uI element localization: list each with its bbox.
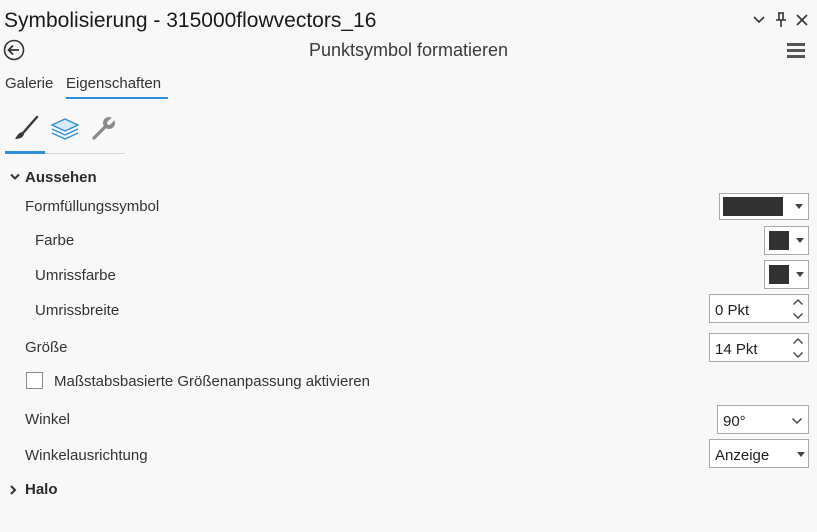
outline-width-label: Umrissbreite — [35, 302, 120, 319]
dropdown-arrow-icon — [795, 204, 803, 209]
size-input[interactable]: 14 Pkt — [709, 333, 809, 362]
spin-down-icon[interactable] — [792, 351, 804, 359]
hamburger-icon — [787, 43, 805, 58]
section-title-halo[interactable]: Halo — [25, 481, 58, 498]
chevron-down-icon — [10, 173, 20, 180]
spin-down-icon[interactable] — [792, 312, 804, 320]
tab-galerie[interactable]: Galerie — [5, 75, 53, 92]
dropdown-chevron-icon[interactable] — [752, 10, 766, 30]
section-toggle-halo[interactable] — [8, 483, 20, 495]
color-label: Farbe — [35, 232, 75, 249]
spin-up-icon[interactable] — [792, 337, 804, 345]
section-toggle-appearance[interactable] — [9, 170, 23, 184]
dropdown-arrow-icon — [797, 452, 805, 457]
angle-combobox[interactable]: 90° — [717, 405, 809, 434]
scale-based-sizing-label[interactable]: Maßstabsbasierte Größenanpassung aktivie… — [54, 373, 370, 390]
dropdown-arrow-icon — [796, 238, 804, 243]
angle-value: 90° — [723, 413, 746, 430]
outline-width-input[interactable]: 0 Pkt — [709, 294, 809, 323]
angle-alignment-select[interactable]: Anzeige — [709, 439, 809, 468]
panel-subtitle: Punktsymbol formatieren — [308, 40, 509, 60]
color-swatch — [769, 265, 789, 284]
pin-icon[interactable] — [774, 10, 788, 30]
close-icon[interactable] — [794, 10, 810, 30]
dropdown-arrow-icon — [796, 272, 804, 277]
outline-color-label: Umrissfarbe — [35, 267, 116, 284]
outline-color-picker[interactable] — [764, 260, 809, 289]
wrench-icon — [92, 114, 118, 140]
menu-button[interactable] — [786, 41, 806, 59]
active-tab-indicator — [66, 97, 168, 99]
shape-fill-label: Formfüllungssymbol — [25, 198, 160, 215]
tab-eigenschaften[interactable]: Eigenschaften — [66, 75, 161, 92]
angle-label: Winkel — [25, 411, 71, 428]
chevron-right-icon — [10, 485, 17, 495]
paintbrush-icon — [15, 115, 39, 139]
color-swatch — [723, 197, 783, 216]
layers-icon — [50, 118, 80, 140]
scale-based-sizing-checkbox[interactable] — [26, 372, 43, 389]
spin-up-icon[interactable] — [792, 298, 804, 306]
shape-fill-symbol-picker[interactable] — [719, 193, 809, 220]
color-swatch — [769, 231, 789, 250]
color-picker[interactable] — [764, 226, 809, 255]
icon-tab-symbol[interactable] — [12, 114, 40, 142]
section-title-appearance[interactable]: Aussehen — [25, 169, 97, 186]
angle-alignment-label: Winkelausrichtung — [25, 447, 148, 464]
size-label: Größe — [25, 339, 68, 356]
chevron-down-icon — [791, 417, 803, 425]
active-icon-tab-indicator — [5, 151, 45, 154]
angle-alignment-value: Anzeige — [715, 447, 770, 464]
outline-width-value: 0 Pkt — [715, 302, 750, 319]
window-title: Symbolisierung - 315000flowvectors_16 — [4, 9, 377, 32]
icon-tab-properties[interactable] — [90, 114, 118, 142]
icon-tab-layers[interactable] — [49, 112, 81, 144]
size-value: 14 Pkt — [715, 341, 758, 358]
